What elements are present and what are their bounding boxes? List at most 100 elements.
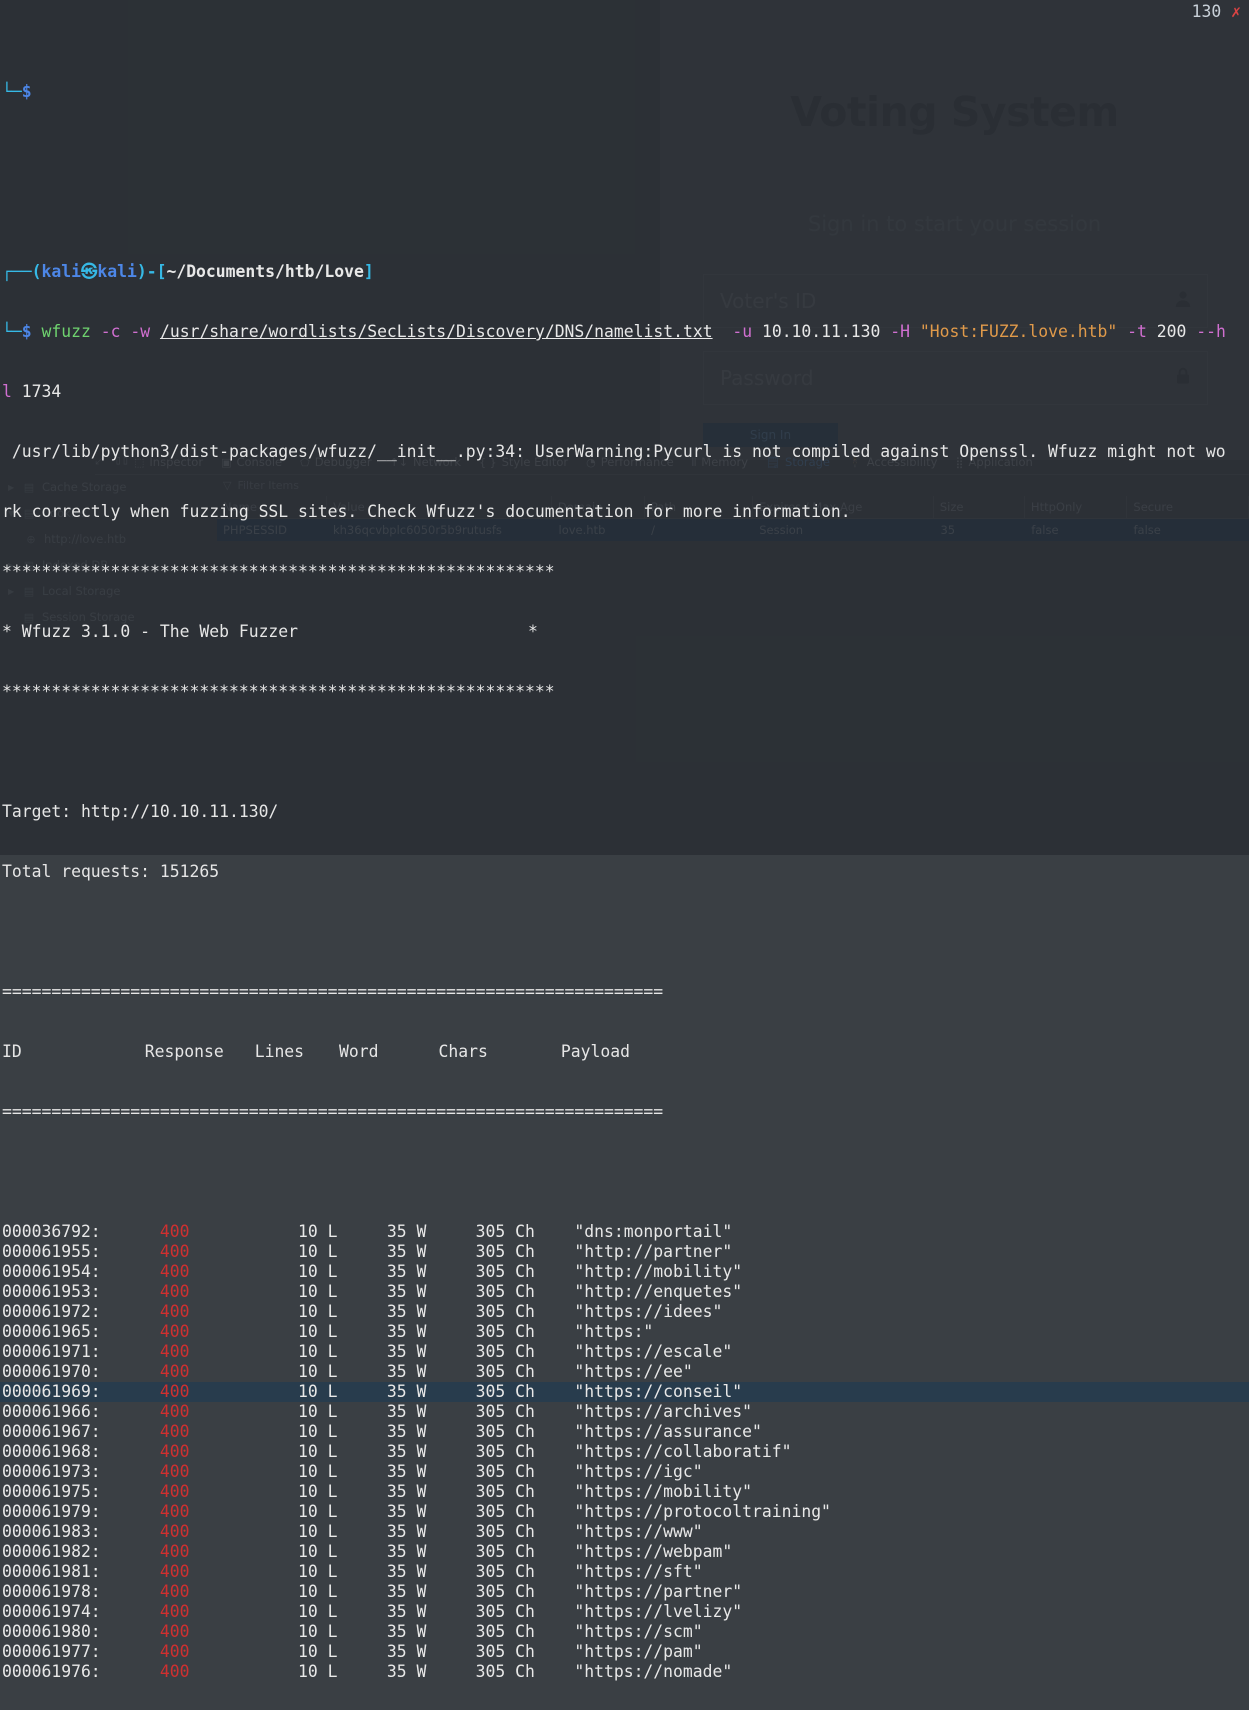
result-row: 000061953: 400 10 L 35 W 305 Ch "http://… — [0, 1282, 1249, 1302]
terminal-window[interactable]: └─$ ┌──(kali㉿kali)-[~/Documents/htb/Love… — [0, 0, 1249, 1681]
result-word: 35 W — [367, 1562, 456, 1581]
result-word: 35 W — [367, 1522, 456, 1541]
flag-u: -u — [732, 322, 753, 341]
result-chars: 305 Ch — [455, 1622, 575, 1641]
result-lines: 10 L — [278, 1302, 368, 1321]
result-id: 000061979: — [2, 1502, 160, 1521]
result-word: 35 W — [367, 1282, 456, 1301]
kali-logo-icon: ㉿ — [80, 262, 98, 281]
result-response: 400 — [159, 1322, 279, 1341]
result-row: 000061954: 400 10 L 35 W 305 Ch "http://… — [0, 1262, 1249, 1282]
result-lines: 10 L — [278, 1522, 368, 1541]
results-header: ID Response Lines Word Chars Payload — [0, 1042, 1249, 1062]
result-id: 000061966: — [2, 1402, 160, 1421]
result-response: 400 — [159, 1642, 279, 1661]
command-wrap-line: ll 1734 1734 — [2, 382, 62, 401]
result-lines: 10 L — [278, 1502, 368, 1521]
prompt-host: kali — [97, 262, 137, 281]
result-id: 000061955: — [2, 1242, 160, 1261]
result-response: 400 — [159, 1282, 279, 1301]
col-id: ID — [2, 1042, 22, 1061]
result-chars: 305 Ch — [455, 1422, 575, 1441]
result-payload: "https://pam" — [574, 1642, 703, 1661]
result-chars: 305 Ch — [455, 1282, 575, 1301]
result-lines: 10 L — [278, 1462, 368, 1481]
result-word: 35 W — [367, 1602, 456, 1621]
result-chars: 305 Ch — [455, 1262, 575, 1281]
result-lines: 10 L — [278, 1222, 368, 1241]
result-id: 000061977: — [2, 1642, 160, 1661]
result-row: 000061971: 400 10 L 35 W 305 Ch "https:/… — [0, 1342, 1249, 1362]
result-lines: 10 L — [278, 1422, 368, 1441]
result-response: 400 — [159, 1242, 279, 1261]
result-row: 000061981: 400 10 L 35 W 305 Ch "https:/… — [0, 1562, 1249, 1582]
flag-H: -H — [890, 322, 910, 341]
col-chars: Chars — [438, 1042, 488, 1061]
result-id: 000061953: — [2, 1282, 160, 1301]
result-payload: "http://mobility" — [574, 1262, 743, 1281]
result-word: 35 W — [367, 1382, 456, 1401]
result-chars: 305 Ch — [455, 1342, 575, 1361]
result-lines: 10 L — [278, 1622, 368, 1641]
result-response: 400 — [159, 1402, 279, 1421]
result-row: 000061974: 400 10 L 35 W 305 Ch "https:/… — [0, 1602, 1249, 1622]
result-row: 000061969: 400 10 L 35 W 305 Ch "https:/… — [0, 1382, 1249, 1402]
target-ip: 10.10.11.130 — [761, 322, 881, 341]
result-word: 35 W — [367, 1582, 456, 1601]
result-chars: 305 Ch — [455, 1662, 575, 1681]
results-list: 000036792: 400 10 L 35 W 305 Ch "dns:mon… — [0, 1222, 1249, 1682]
result-lines: 10 L — [278, 1662, 368, 1681]
result-payload: "https://nomade" — [574, 1662, 733, 1681]
result-payload: "https:" — [574, 1322, 654, 1341]
result-payload: "https://idees" — [574, 1302, 723, 1321]
result-chars: 305 Ch — [455, 1222, 575, 1241]
result-id: 000061981: — [2, 1562, 160, 1581]
banner-title-end: * — [528, 622, 538, 641]
result-row: 000061979: 400 10 L 35 W 305 Ch "https:/… — [0, 1502, 1249, 1522]
result-word: 35 W — [367, 1322, 456, 1341]
result-chars: 305 Ch — [455, 1482, 575, 1501]
result-chars: 305 Ch — [455, 1642, 575, 1661]
result-id: 000061982: — [2, 1542, 160, 1561]
result-lines: 10 L — [278, 1242, 368, 1261]
flag-w: -w — [130, 322, 151, 341]
result-id: 000061980: — [2, 1622, 160, 1641]
result-word: 35 W — [367, 1402, 456, 1421]
prompt-user: kali — [41, 262, 81, 281]
result-word: 35 W — [367, 1222, 456, 1241]
result-lines: 10 L — [278, 1582, 368, 1601]
result-row: 000061965: 400 10 L 35 W 305 Ch "https:" — [0, 1322, 1249, 1342]
col-lines: Lines — [254, 1042, 305, 1061]
result-chars: 305 Ch — [455, 1362, 575, 1381]
result-chars: 305 Ch — [455, 1602, 575, 1621]
result-lines: 10 L — [278, 1382, 368, 1401]
result-lines: 10 L — [278, 1262, 368, 1281]
exit-status: 130 ✗ — [1192, 2, 1241, 22]
result-lines: 10 L — [278, 1342, 368, 1361]
result-id: 000061969: — [2, 1382, 160, 1401]
prompt-path: ~/Documents/htb/Love — [166, 262, 364, 281]
total-requests-line: Total requests: 151265 — [2, 862, 220, 881]
result-response: 400 — [159, 1382, 279, 1401]
col-word: Word — [339, 1042, 379, 1061]
result-lines: 10 L — [278, 1402, 368, 1421]
result-response: 400 — [159, 1362, 279, 1381]
separator-bottom: ========================================… — [2, 1102, 664, 1121]
result-id: 000061976: — [2, 1662, 160, 1681]
result-word: 35 W — [367, 1622, 456, 1641]
result-id: 000061967: — [2, 1422, 160, 1441]
prompt-line: ┌──(kali㉿kali)-[~/Documents/htb/Love] — [2, 262, 374, 281]
warning-line-2: rk correctly when fuzzing SSL sites. Che… — [2, 502, 851, 521]
result-id: 000061975: — [2, 1482, 160, 1501]
result-word: 35 W — [367, 1502, 456, 1521]
banner-bottom: ****************************************… — [2, 682, 555, 701]
result-word: 35 W — [367, 1662, 456, 1681]
result-lines: 10 L — [278, 1602, 368, 1621]
result-row: 000061976: 400 10 L 35 W 305 Ch "https:/… — [0, 1662, 1249, 1682]
separator-top: ========================================… — [2, 982, 664, 1001]
result-id: 000061971: — [2, 1342, 160, 1361]
result-response: 400 — [159, 1262, 279, 1281]
result-word: 35 W — [367, 1362, 456, 1381]
result-row: 000061966: 400 10 L 35 W 305 Ch "https:/… — [0, 1402, 1249, 1422]
terminal-line: └─$ — [2, 82, 32, 101]
